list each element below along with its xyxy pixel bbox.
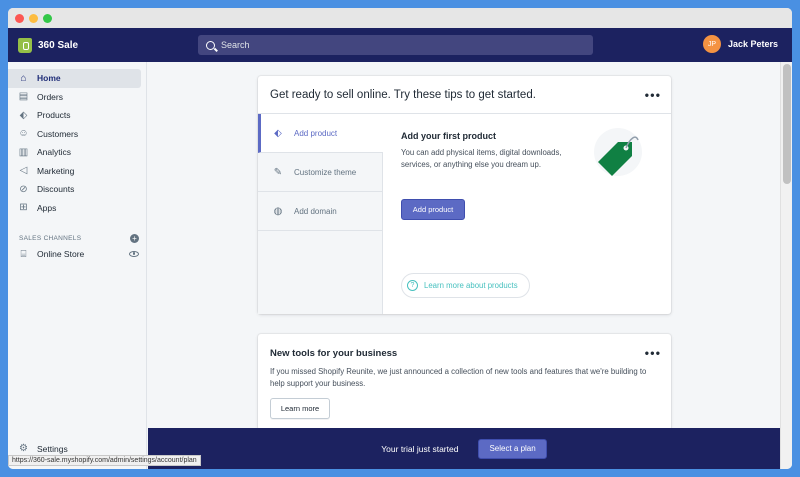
sidebar: ⌂ Home ▤ Orders ⬖ Products ☺ Customers ▥… xyxy=(8,62,147,469)
browser-window: 360 Sale Search JP Jack Peters ⌂ Home ▤ … xyxy=(8,8,792,469)
sidebar-item-label: Online Store xyxy=(37,249,85,259)
trial-text: Your trial just started xyxy=(381,443,459,454)
question-icon: ? xyxy=(407,280,418,291)
sidebar-item-orders[interactable]: ▤ Orders xyxy=(8,88,141,107)
home-icon: ⌂ xyxy=(20,72,27,84)
store-icon: ⌸ xyxy=(20,248,27,260)
tab-customize-theme[interactable]: ✎ Customize theme xyxy=(258,153,382,192)
tab-panel-title: Add your first product xyxy=(401,131,496,141)
sidebar-item-apps[interactable]: ⊞ Apps xyxy=(8,199,141,218)
tag-icon: ⬖ xyxy=(274,127,282,139)
store-brand[interactable]: 360 Sale xyxy=(8,37,198,53)
add-channel-icon[interactable]: + xyxy=(130,233,139,243)
discount-icon: ⊘ xyxy=(19,183,28,195)
scrollbar-thumb[interactable] xyxy=(783,64,791,184)
sidebar-item-label: Analytics xyxy=(37,147,72,158)
tab-panel-description: You can add physical items, digital down… xyxy=(401,148,562,169)
add-product-button[interactable]: Add product xyxy=(401,199,465,220)
sidebar-item-label: Apps xyxy=(37,202,57,213)
tips-card: Get ready to sell online. Try these tips… xyxy=(258,76,671,314)
tag-icon: ⬖ xyxy=(19,109,28,121)
store-name: 360 Sale xyxy=(38,39,79,51)
sidebar-item-online-store[interactable]: ⌸ Online Store xyxy=(8,245,146,263)
learn-more-label: Learn more about products xyxy=(424,281,518,290)
tips-tabs: ⬖ Add product ✎ Customize theme ◍ Add do… xyxy=(258,114,383,314)
top-bar: 360 Sale Search JP Jack Peters xyxy=(8,28,792,62)
view-store-eye-icon[interactable] xyxy=(129,251,139,257)
avatar: JP xyxy=(702,35,721,53)
megaphone-icon: ◁ xyxy=(19,165,28,177)
sidebar-item-label: Marketing xyxy=(37,165,75,176)
search-icon xyxy=(206,40,215,50)
bar-chart-icon: ▥ xyxy=(18,146,29,158)
close-window-button[interactable] xyxy=(15,13,24,23)
select-plan-button[interactable]: Select a plan xyxy=(478,438,547,459)
maximize-window-button[interactable] xyxy=(43,13,52,23)
tab-add-product[interactable]: ⬖ Add product xyxy=(258,114,383,153)
more-options-icon[interactable]: • • • xyxy=(645,88,660,102)
window-titlebar xyxy=(8,8,792,28)
main-content: Get ready to sell online. Try these tips… xyxy=(148,62,780,469)
brush-icon: ✎ xyxy=(273,166,283,178)
gear-icon: ⚙ xyxy=(19,443,28,454)
user-menu[interactable]: JP Jack Peters xyxy=(702,35,778,53)
user-name: Jack Peters xyxy=(727,39,778,49)
tab-label: Add domain xyxy=(294,206,337,216)
new-tools-header: New tools for your business • • • xyxy=(258,334,671,360)
trial-banner: Your trial just started Select a plan xyxy=(148,428,780,469)
globe-icon: ◍ xyxy=(273,205,283,217)
sidebar-item-customers[interactable]: ☺ Customers xyxy=(8,125,141,144)
orders-icon: ▤ xyxy=(18,91,29,103)
status-bar-url: https://360-sale.myshopify.com/admin/set… xyxy=(8,455,201,466)
scrollbar[interactable] xyxy=(780,62,792,469)
tab-label: Add product xyxy=(294,128,338,138)
new-tools-description: If you missed Shopify Reunite, we just a… xyxy=(270,367,647,388)
learn-more-products-link[interactable]: ? Learn more about products xyxy=(401,273,530,298)
product-tag-illustration xyxy=(594,128,642,176)
sidebar-item-label: Products xyxy=(37,110,71,121)
tab-label: Customize theme xyxy=(294,167,357,177)
learn-more-button[interactable]: Learn more xyxy=(270,398,330,419)
person-icon: ☺ xyxy=(18,128,29,140)
search-input[interactable]: Search xyxy=(221,40,250,50)
tab-panel: Add your first product You can add physi… xyxy=(401,131,581,170)
sidebar-item-label: Discounts xyxy=(37,184,75,195)
minimize-window-button[interactable] xyxy=(29,13,38,23)
tips-card-header: Get ready to sell online. Try these tips… xyxy=(258,76,671,114)
shopify-bag-icon xyxy=(18,37,32,53)
sidebar-item-label: Customers xyxy=(37,128,79,139)
sidebar-item-label: Orders xyxy=(37,91,63,102)
tab-add-domain[interactable]: ◍ Add domain xyxy=(258,192,382,231)
sidebar-nav: ⌂ Home ▤ Orders ⬖ Products ☺ Customers ▥… xyxy=(8,69,146,217)
sales-channels-label: SALES CHANNELS xyxy=(19,234,82,242)
sidebar-item-home[interactable]: ⌂ Home xyxy=(8,69,141,88)
sidebar-item-products[interactable]: ⬖ Products xyxy=(8,106,141,125)
sidebar-item-discounts[interactable]: ⊘ Discounts xyxy=(8,180,141,199)
sidebar-item-marketing[interactable]: ◁ Marketing xyxy=(8,162,141,181)
more-options-icon[interactable]: • • • xyxy=(645,346,660,360)
tips-card-title: Get ready to sell online. Try these tips… xyxy=(270,88,536,101)
new-tools-title: New tools for your business xyxy=(270,347,398,359)
apps-icon: ⊞ xyxy=(19,202,28,214)
search-bar[interactable]: Search xyxy=(198,35,593,55)
sidebar-item-label: Home xyxy=(37,73,61,84)
sales-channels-header: SALES CHANNELS + xyxy=(8,231,146,245)
sidebar-item-settings[interactable]: ⚙ Settings xyxy=(18,443,68,454)
new-tools-card: New tools for your business • • • If you… xyxy=(258,334,671,430)
sidebar-item-label: Settings xyxy=(37,443,68,454)
sidebar-item-analytics[interactable]: ▥ Analytics xyxy=(8,143,141,162)
online-store-link[interactable]: ⌸ Online Store xyxy=(18,248,85,260)
